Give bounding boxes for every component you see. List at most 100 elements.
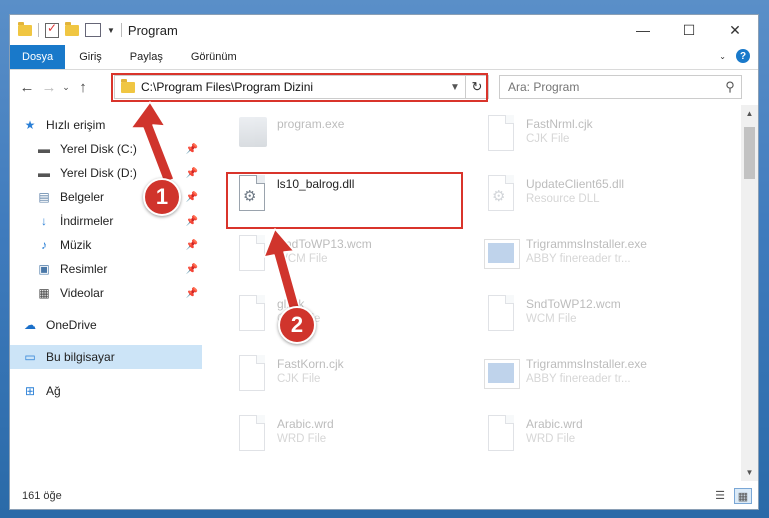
new-folder-icon[interactable] [65, 21, 79, 36]
tab-file[interactable]: Dosya [10, 45, 66, 69]
step-one-badge: 1 [143, 178, 181, 216]
divider [120, 23, 122, 37]
file-name: SndToWP13.wcm [277, 237, 372, 251]
file-item[interactable]: ⚙ UpdateClient65.dll Resource DLL [452, 165, 702, 225]
file-list: program.exe FastNrml.cjk CJK File ⚙ ls10… [203, 105, 738, 481]
chevron-down-icon[interactable]: ▼ [107, 26, 115, 35]
file-item[interactable]: gl.cjk CJK File [203, 285, 453, 345]
vertical-scrollbar[interactable]: ▲ ▼ [741, 105, 758, 481]
file-highlight-box [226, 172, 463, 229]
document-icon [235, 415, 269, 457]
sidebar-item-label: Ağ [46, 384, 61, 398]
document-icon [235, 235, 269, 277]
file-item[interactable]: FastKorn.cjk CJK File [203, 345, 453, 405]
sidebar-item-videos[interactable]: ▦ Videolar 📌 [10, 281, 202, 305]
downloads-icon: ↓ [41, 214, 47, 228]
documents-icon: ▤ [38, 190, 50, 204]
pin-icon: 📌 [185, 287, 198, 299]
sidebar-item-local-disk-c[interactable]: ▬ Yerel Disk (C:) 📌 [10, 137, 202, 161]
sidebar-item-downloads[interactable]: ↓ İndirmeler 📌 [10, 209, 202, 233]
pictures-icon: ▣ [38, 262, 50, 276]
sidebar-item-label: OneDrive [46, 318, 97, 332]
document-icon [484, 415, 518, 457]
large-icons-view-icon[interactable]: ▦ [734, 488, 752, 504]
expand-ribbon-icon[interactable]: ⌄ [719, 52, 726, 61]
navigation-pane: ★ Hızlı erişim ▬ Yerel Disk (C:) 📌 ▬ Yer… [10, 105, 202, 481]
details-view-icon[interactable]: ☰ [712, 488, 728, 502]
file-name: SndToWP12.wcm [526, 297, 621, 311]
up-arrow-icon[interactable]: ↑ [72, 79, 94, 96]
file-name: FastNrml.cjk [526, 117, 593, 131]
sidebar-item-label: Müzik [60, 238, 92, 252]
search-box[interactable]: ⚲ [499, 75, 742, 99]
document-icon [484, 115, 518, 157]
window-title: Program [127, 22, 178, 38]
sidebar-item-label: Yerel Disk (D:) [60, 166, 137, 180]
file-item[interactable]: program.exe [203, 105, 453, 165]
file-name: TrigrammsInstaller.exe [526, 357, 647, 371]
customize-toolbar-icon[interactable] [85, 23, 101, 37]
file-item[interactable]: TrigrammsInstaller.exe ABBY finereader t… [452, 225, 702, 285]
file-type: ABBY finereader tr... [526, 373, 631, 385]
item-count: 161 öğe [22, 490, 62, 502]
cloud-icon: ☁ [24, 318, 36, 332]
file-item[interactable]: SndToWP12.wcm WCM File [452, 285, 702, 345]
sidebar-item-onedrive[interactable]: ☁ OneDrive [10, 313, 202, 337]
sidebar-item-label: Videolar [60, 286, 104, 300]
minimize-button[interactable]: — [620, 15, 666, 45]
sidebar-item-music[interactable]: ♪ Müzik 📌 [10, 233, 202, 257]
maximize-button[interactable]: ☐ [666, 15, 712, 45]
sidebar-item-label: Hızlı erişim [46, 118, 106, 132]
close-button[interactable]: ✕ [712, 15, 758, 45]
tab-view[interactable]: Görünüm [177, 45, 251, 69]
recent-locations-chevron-icon[interactable]: ⌄ [60, 82, 72, 93]
file-item[interactable]: FastNrml.cjk CJK File [452, 105, 702, 165]
pin-icon: 📌 [185, 215, 198, 227]
sidebar-item-label: İndirmeler [60, 214, 114, 228]
file-type: WRD File [526, 433, 576, 445]
title-bar: ▼ Program — ☐ ✕ [10, 15, 758, 45]
music-icon: ♪ [41, 238, 47, 252]
tab-home[interactable]: Giriş [65, 45, 116, 69]
scroll-thumb[interactable] [744, 127, 755, 179]
document-icon [235, 295, 269, 337]
file-type: ABBY finereader tr... [526, 253, 631, 265]
sidebar-item-label: Yerel Disk (C:) [60, 142, 137, 156]
pin-icon: 📌 [185, 239, 198, 251]
tab-share[interactable]: Paylaş [116, 45, 177, 69]
file-type: CJK File [526, 133, 570, 145]
search-input[interactable] [500, 79, 719, 95]
file-type: WRD File [277, 433, 327, 445]
drive-icon: ▬ [38, 166, 50, 180]
pin-icon: 📌 [185, 143, 198, 155]
scroll-down-icon[interactable]: ▼ [741, 464, 758, 481]
properties-check-icon[interactable] [45, 21, 59, 38]
file-item[interactable]: SndToWP13.wcm WCM File [203, 225, 453, 285]
ribbon-right: ⌄ ? [719, 49, 750, 63]
view-switcher: ☰ ▦ [712, 488, 752, 504]
forward-arrow-icon[interactable]: → [38, 79, 60, 96]
sidebar-item-this-pc[interactable]: ▭ Bu bilgisayar [10, 345, 202, 369]
file-name: UpdateClient65.dll [526, 177, 625, 191]
help-icon[interactable]: ? [736, 49, 750, 63]
drive-icon: ▬ [38, 142, 50, 156]
sidebar-item-network[interactable]: ⊞ Ağ [10, 379, 202, 403]
divider [38, 23, 39, 37]
file-item[interactable]: Arabic.wrd WRD File [203, 405, 453, 465]
folder-icon [18, 21, 32, 36]
file-name: Arabic.wrd [526, 417, 583, 431]
sidebar-item-quick-access[interactable]: ★ Hızlı erişim [10, 113, 202, 137]
pin-icon: 📌 [185, 167, 198, 179]
file-name: FastKorn.cjk [277, 357, 344, 371]
search-icon[interactable]: ⚲ [719, 79, 741, 95]
exe-icon [235, 115, 269, 157]
dll-gear-icon: ⚙ [484, 175, 518, 217]
document-icon [235, 355, 269, 397]
file-item[interactable]: TrigrammsInstaller.exe ABBY finereader t… [452, 345, 702, 405]
scroll-up-icon[interactable]: ▲ [741, 105, 758, 122]
back-arrow-icon[interactable]: ← [16, 79, 38, 96]
file-item[interactable]: Arabic.wrd WRD File [452, 405, 702, 465]
pin-icon: 📌 [185, 263, 198, 275]
sidebar-item-pictures[interactable]: ▣ Resimler 📌 [10, 257, 202, 281]
videos-icon: ▦ [38, 286, 50, 300]
